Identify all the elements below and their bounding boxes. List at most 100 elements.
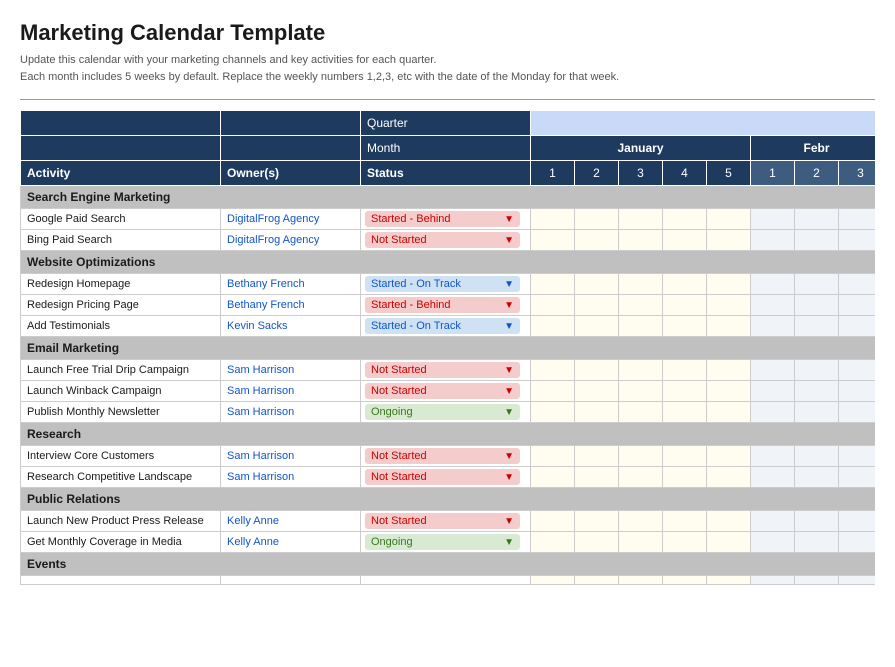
week-cell <box>619 230 663 251</box>
section-label: Events <box>21 553 876 576</box>
activity-cell: Launch Free Trial Drip Campaign <box>21 360 221 381</box>
week-cell <box>707 381 751 402</box>
status-badge[interactable]: Not Started ▼ <box>365 448 520 464</box>
status-badge[interactable]: Started - Behind▼ <box>365 297 520 313</box>
week-cell <box>707 360 751 381</box>
status-badge[interactable]: Not Started▼ <box>365 469 520 485</box>
week-cell <box>795 360 839 381</box>
section-header-0: Search Engine Marketing <box>21 186 876 209</box>
owner-link[interactable]: DigitalFrog Agency <box>227 234 319 246</box>
week-cell <box>575 402 619 423</box>
status-badge[interactable]: Started - On Track▼ <box>365 276 520 292</box>
week-cell <box>531 316 575 337</box>
empty-th-3 <box>21 136 221 161</box>
status-cell[interactable]: Started - Behind▼ <box>361 209 531 230</box>
owner-cell: Sam Harrison <box>221 381 361 402</box>
owner-link[interactable]: Bethany French <box>227 278 305 290</box>
week-cell <box>839 360 876 381</box>
week-cell <box>663 381 707 402</box>
week-cell <box>619 274 663 295</box>
owner-link[interactable]: Kelly Anne <box>227 515 279 527</box>
dropdown-arrow-icon: ▼ <box>504 516 514 527</box>
status-badge[interactable]: Started - Behind▼ <box>365 211 520 227</box>
status-cell[interactable]: Not Started▼ <box>361 511 531 532</box>
owner-link[interactable]: Sam Harrison <box>227 364 294 376</box>
status-text: Ongoing <box>371 536 413 548</box>
status-cell[interactable]: Not Started▼ <box>361 230 531 251</box>
month-label-cell: Month <box>361 136 531 161</box>
status-badge[interactable]: Not Started▼ <box>365 513 520 529</box>
status-badge[interactable]: Not Started▼ <box>365 362 520 378</box>
owner-link[interactable]: Sam Harrison <box>227 450 294 462</box>
week-cell <box>575 511 619 532</box>
week-cell <box>795 402 839 423</box>
week-cell <box>575 532 619 553</box>
owner-link[interactable]: Kelly Anne <box>227 536 279 548</box>
empty-cell <box>221 576 361 585</box>
owner-link[interactable]: DigitalFrog Agency <box>227 213 319 225</box>
owner-link[interactable]: Sam Harrison <box>227 471 294 483</box>
week-cell <box>795 230 839 251</box>
status-cell[interactable]: Ongoing▼ <box>361 402 531 423</box>
status-cell[interactable]: Started - On Track▼ <box>361 274 531 295</box>
dropdown-arrow-icon: ▼ <box>504 365 514 376</box>
owner-cell: Sam Harrison <box>221 446 361 467</box>
owner-cell: DigitalFrog Agency <box>221 209 361 230</box>
empty-cell <box>21 576 221 585</box>
owner-link[interactable]: Sam Harrison <box>227 385 294 397</box>
week-cell <box>795 511 839 532</box>
jan-week-4-header: 4 <box>663 161 707 186</box>
divider <box>20 99 875 100</box>
jan-week-5-header: 5 <box>707 161 751 186</box>
owner-link[interactable]: Sam Harrison <box>227 406 294 418</box>
week-cell <box>839 467 876 488</box>
week-cell <box>575 467 619 488</box>
section-label: Email Marketing <box>21 337 876 360</box>
week-cell <box>663 230 707 251</box>
status-badge[interactable]: Not Started▼ <box>365 383 520 399</box>
status-badge[interactable]: Ongoing ▼ <box>365 534 520 550</box>
status-cell[interactable]: Started - On Track▼ <box>361 316 531 337</box>
jan-week-3-header: 3 <box>619 161 663 186</box>
empty-cell <box>839 576 876 585</box>
feb-week-2-header: 2 <box>795 161 839 186</box>
status-cell[interactable]: Not Started▼ <box>361 360 531 381</box>
status-cell[interactable]: Not Started ▼ <box>361 446 531 467</box>
owner-link[interactable]: Kevin Sacks <box>227 320 288 332</box>
week-cell <box>707 209 751 230</box>
activity-cell: Publish Monthly Newsletter <box>21 402 221 423</box>
week-cell <box>751 316 795 337</box>
status-text: Not Started <box>371 471 427 483</box>
status-badge[interactable]: Ongoing▼ <box>365 404 520 420</box>
status-cell[interactable]: Not Started▼ <box>361 381 531 402</box>
week-cell <box>575 295 619 316</box>
status-badge[interactable]: Not Started▼ <box>365 232 520 248</box>
status-text: Not Started <box>371 385 427 397</box>
week-cell <box>839 274 876 295</box>
status-cell[interactable]: Ongoing ▼ <box>361 532 531 553</box>
section-header-2: Email Marketing <box>21 337 876 360</box>
week-cell <box>751 532 795 553</box>
owner-cell: Sam Harrison <box>221 467 361 488</box>
status-text: Not Started <box>371 450 427 462</box>
owner-cell: Sam Harrison <box>221 402 361 423</box>
status-cell[interactable]: Started - Behind▼ <box>361 295 531 316</box>
dropdown-arrow-icon: ▼ <box>504 321 514 332</box>
dropdown-arrow-icon: ▼ <box>504 451 514 462</box>
february-header: Febr <box>751 136 876 161</box>
activity-cell: Interview Core Customers <box>21 446 221 467</box>
week-cell <box>619 381 663 402</box>
jan-week-2-header: 2 <box>575 161 619 186</box>
dropdown-arrow-icon: ▼ <box>504 537 514 548</box>
activity-cell: Launch Winback Campaign <box>21 381 221 402</box>
week-cell <box>531 230 575 251</box>
status-cell[interactable]: Not Started▼ <box>361 467 531 488</box>
status-badge[interactable]: Started - On Track▼ <box>365 318 520 334</box>
table-row: Redesign Pricing PageBethany FrenchStart… <box>21 295 876 316</box>
week-cell <box>839 446 876 467</box>
owner-link[interactable]: Bethany French <box>227 299 305 311</box>
week-cell <box>751 274 795 295</box>
week-cell <box>839 209 876 230</box>
week-cell <box>531 274 575 295</box>
dropdown-arrow-icon: ▼ <box>504 300 514 311</box>
